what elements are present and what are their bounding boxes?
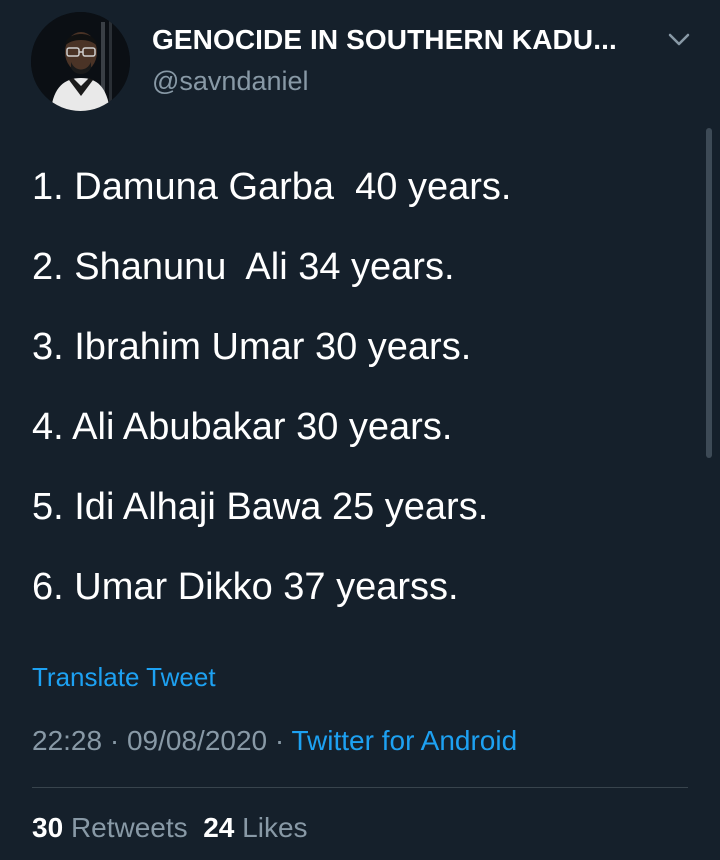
retweets-count: 30: [32, 812, 64, 843]
tweet-meta: 22:28 · 09/08/2020 · Twitter for Android: [32, 725, 517, 757]
retweets-stat[interactable]: 30 Retweets: [32, 812, 188, 843]
engagement-stats: 30 Retweets 24 Likes: [32, 812, 308, 844]
likes-stat[interactable]: 24 Likes: [203, 812, 307, 843]
tweet-line: 5. Idi Alhaji Bawa 25 years.: [32, 486, 489, 528]
chevron-down-icon[interactable]: [666, 30, 692, 50]
tweet-time[interactable]: 22:28: [32, 725, 102, 756]
tweet-date[interactable]: 09/08/2020: [127, 725, 267, 756]
tweet-line: 4. Ali Abubakar 30 years.: [32, 406, 453, 448]
meta-separator: ·: [109, 725, 120, 756]
tweet-source-link[interactable]: Twitter for Android: [292, 725, 518, 756]
retweets-label: Retweets: [70, 812, 188, 843]
likes-label: Likes: [242, 812, 308, 843]
likes-count: 24: [203, 812, 235, 843]
tweet-line: 6. Umar Dikko 37 yearss.: [32, 566, 459, 608]
divider: [32, 787, 688, 788]
meta-separator: ·: [274, 725, 285, 756]
author-handle[interactable]: @savndaniel: [152, 66, 309, 97]
tweet-line: 3. Ibrahim Umar 30 years.: [32, 326, 472, 368]
tweet-line: 2. Shanunu Ali 34 years.: [32, 246, 455, 288]
person-avatar-icon: [31, 12, 130, 111]
avatar[interactable]: [31, 12, 130, 111]
tweet-line: 1. Damuna Garba 40 years.: [32, 166, 512, 208]
translate-tweet-link[interactable]: Translate Tweet: [32, 662, 216, 693]
author-display-name[interactable]: GENOCIDE IN SOUTHERN KADU...: [152, 24, 662, 56]
scrollbar[interactable]: [706, 128, 712, 458]
